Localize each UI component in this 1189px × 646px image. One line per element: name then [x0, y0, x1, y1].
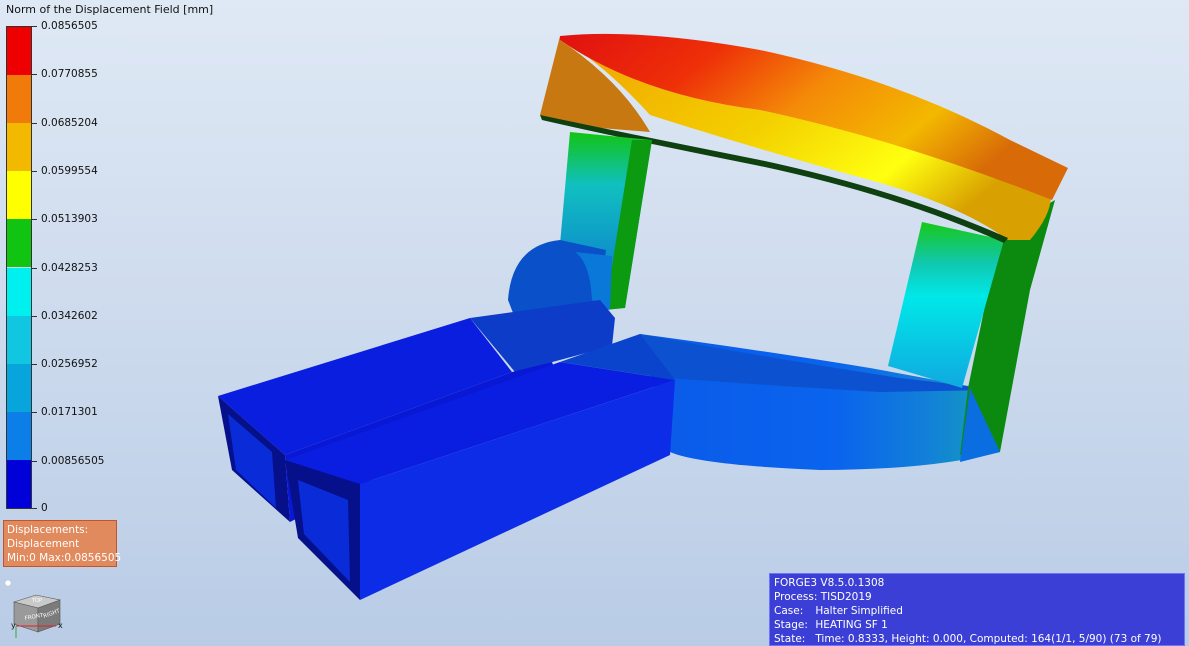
tick-mark	[32, 508, 37, 509]
state-label: State:	[774, 633, 806, 645]
color-band	[7, 267, 31, 316]
process-label: Process:	[774, 591, 818, 603]
software-version: FORGE3 V8.5.0.1308	[774, 577, 885, 589]
orientation-cube[interactable]: FRONT RIGHT TOP x y	[4, 578, 70, 644]
tick-mark	[32, 364, 37, 365]
color-band	[7, 171, 31, 220]
color-band	[7, 123, 31, 172]
color-band	[7, 219, 31, 268]
legend-tick-label: 0.0428253	[41, 262, 98, 274]
result-info-box: Displacements: Displacement Min:0 Max:0.…	[3, 520, 122, 567]
color-scale-bar	[6, 26, 32, 509]
tick-mark	[32, 123, 37, 124]
result-category: Displacements:	[7, 524, 89, 536]
y-axis-label: y	[11, 621, 16, 630]
legend-tick-label: 0.0256952	[41, 358, 98, 370]
legend-tick-label: 0.0599554	[41, 165, 98, 177]
color-band	[7, 75, 31, 124]
legend-tick-label: 0.0856505	[41, 20, 98, 32]
legend-tick-label: 0.0770855	[41, 68, 98, 80]
case-value: Halter Simplified	[815, 605, 903, 617]
color-band	[7, 411, 31, 460]
tick-mark	[32, 74, 37, 75]
tick-mark	[32, 219, 37, 220]
stage-value: HEATING SF 1	[815, 619, 888, 631]
case-row: Case: Halter Simplified	[774, 604, 1180, 618]
process-row: Process: TISD2019	[774, 590, 1180, 604]
cube-face-label: TOP	[31, 598, 42, 604]
x-axis-label: x	[58, 621, 63, 630]
tick-mark	[32, 461, 37, 462]
simulation-status-box: FORGE3 V8.5.0.1308 Process: TISD2019 Cas…	[769, 573, 1185, 646]
displacement-model[interactable]	[0, 0, 1189, 646]
legend-tick-label: 0.0342602	[41, 310, 98, 322]
color-band	[7, 315, 31, 364]
stage-label: Stage:	[774, 619, 808, 631]
light-icon	[5, 580, 11, 586]
stage-row: Stage: HEATING SF 1	[774, 618, 1180, 632]
tick-mark	[32, 316, 37, 317]
state-value: Time: 0.8333, Height: 0.000, Computed: 1…	[815, 633, 1162, 645]
state-row: State: Time: 0.8333, Height: 0.000, Comp…	[774, 632, 1180, 646]
legend-tick-label: 0.0171301	[41, 406, 98, 418]
process-value: TISD2019	[820, 591, 872, 603]
color-band	[7, 27, 31, 76]
tick-mark	[32, 26, 37, 27]
legend-title: Norm of the Displacement Field [mm]	[6, 3, 214, 16]
3d-viewport[interactable]: Norm of the Displacement Field [mm] 0.08…	[0, 0, 1189, 646]
color-band	[7, 363, 31, 412]
legend-tick-label: 0.0513903	[41, 213, 98, 225]
result-range: Min:0 Max:0.0856505	[7, 552, 122, 564]
legend-tick-label: 0	[41, 502, 48, 514]
color-band	[7, 459, 31, 508]
result-name: Displacement	[7, 538, 80, 550]
legend-tick-label: 0.0685204	[41, 117, 98, 129]
legend-tick-label: 0.00856505	[41, 455, 105, 467]
tick-mark	[32, 171, 37, 172]
tick-mark	[32, 412, 37, 413]
tick-mark	[32, 268, 37, 269]
case-label: Case:	[774, 605, 804, 617]
